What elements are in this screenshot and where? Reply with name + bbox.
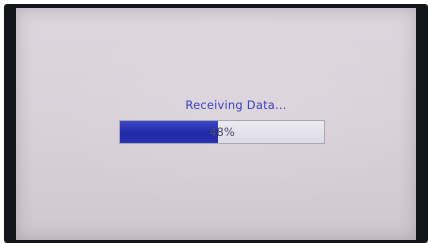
status-message: Receiving Data...	[185, 98, 287, 112]
progress-percent-label: 48%	[209, 125, 235, 139]
device-photo: Receiving Data... 48%	[0, 0, 428, 243]
progress-bar: 48%	[119, 120, 325, 144]
device-screen: Receiving Data... 48%	[16, 8, 416, 240]
